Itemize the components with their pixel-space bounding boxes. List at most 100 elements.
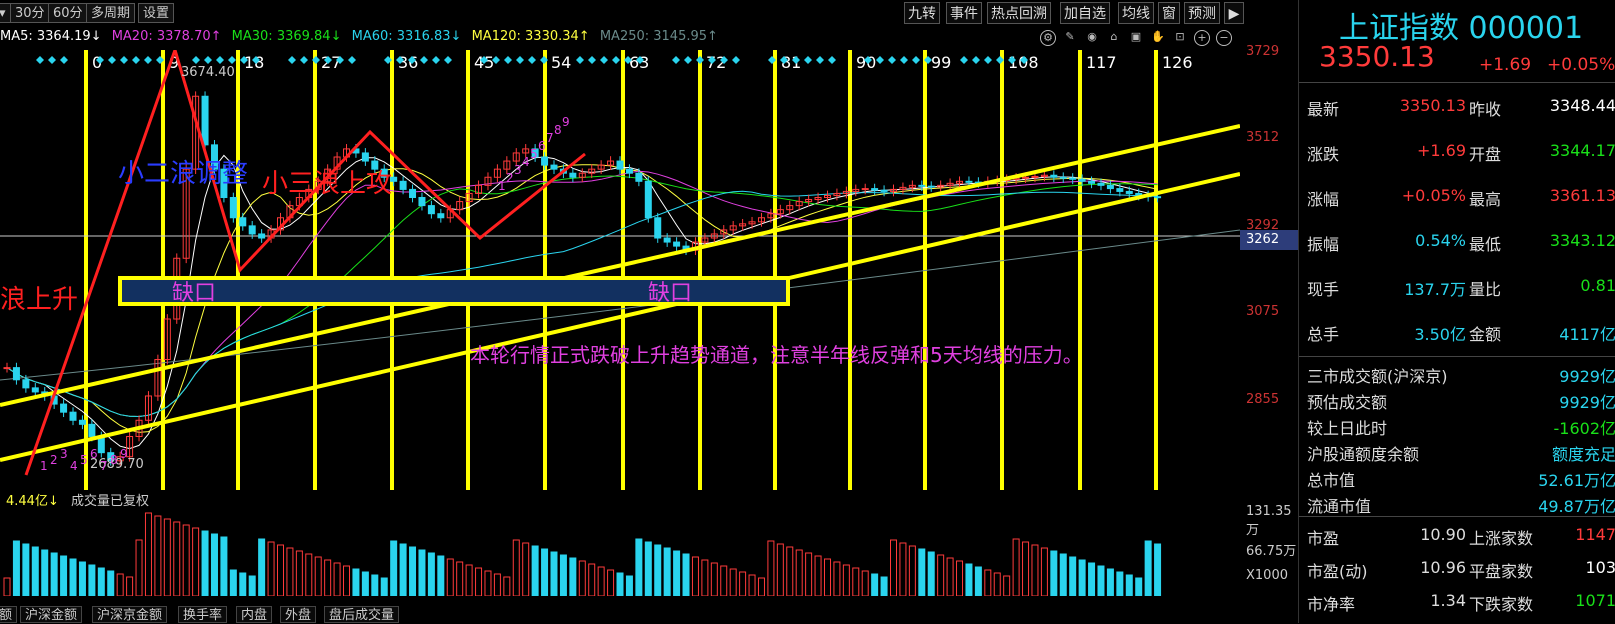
- marker-diamond: [828, 56, 836, 64]
- zoom-in-icon[interactable]: +: [1194, 30, 1210, 46]
- period-30min-button[interactable]: 30分: [10, 3, 50, 23]
- nine-turn-mark: 5: [80, 453, 88, 467]
- candle-body: [655, 218, 661, 238]
- volume-bar: [70, 559, 76, 596]
- forecast-button[interactable]: 预测: [1184, 2, 1220, 24]
- settings-button[interactable]: 设置: [138, 3, 174, 23]
- divider: [1299, 82, 1615, 83]
- nine-turn-mark: 1: [40, 459, 48, 473]
- val-value: 10.96: [1420, 558, 1466, 577]
- candle-body: [419, 198, 425, 206]
- quote-label: 振幅: [1307, 231, 1339, 255]
- tab-after-hours[interactable]: 盘后成交量: [324, 606, 399, 623]
- candle-body: [438, 214, 444, 218]
- volume-bar: [127, 577, 133, 596]
- marker-diamond: [108, 56, 116, 64]
- volume-bar: [721, 566, 727, 596]
- volume-bar: [824, 559, 830, 596]
- marker-diamond: [204, 56, 212, 64]
- nine-turn-mark: 9: [562, 115, 570, 129]
- candle-body: [1051, 175, 1057, 177]
- crop-icon[interactable]: ⊡: [1172, 30, 1188, 46]
- stat-row: 总市值52.61万亿: [1299, 464, 1615, 490]
- volume-bar: [1023, 542, 1029, 596]
- cycle-line: [1078, 50, 1082, 490]
- stat-row: 流通市值49.87万亿: [1299, 490, 1615, 516]
- candle-body: [400, 181, 406, 189]
- volume-chart[interactable]: [0, 508, 1240, 596]
- cycle-line: [1000, 50, 1004, 490]
- candle-body: [1107, 185, 1113, 188]
- cycle-line: [698, 50, 702, 490]
- eye-icon[interactable]: ◉: [1084, 30, 1100, 46]
- volume-bar: [296, 551, 302, 596]
- price-axis: 3729 3512 3292 3262 3075 2855 131.35万 66…: [1240, 26, 1298, 596]
- add-watchlist-button[interactable]: 加自选: [1060, 2, 1110, 24]
- wave2-label: 小二浪调整: [118, 159, 248, 189]
- volume-bar: [608, 570, 614, 596]
- tab-inner[interactable]: 内盘: [236, 606, 272, 623]
- volume-bar: [985, 570, 991, 596]
- nine-turn-button[interactable]: 九转: [904, 2, 940, 24]
- candle-body: [249, 226, 255, 234]
- quote-panel: 上证指数 000001 3350.13 +1.69 +0.05% 最新 3350…: [1298, 0, 1615, 623]
- period-60min-button[interactable]: 60分: [48, 3, 88, 23]
- volume-bar: [145, 513, 151, 596]
- nine-turn-mark: 8: [554, 123, 562, 137]
- volume-bar: [353, 569, 359, 596]
- shop-icon[interactable]: ⌂: [1106, 30, 1122, 46]
- tab-outer[interactable]: 外盘: [280, 606, 316, 623]
- kline-chart[interactable]: 0918273645546372819099108117126 浪上升小二浪调整…: [0, 50, 1240, 490]
- multi-period-button[interactable]: 多周期: [86, 3, 135, 23]
- cycle-label: 90: [856, 53, 876, 72]
- lock-icon[interactable]: ▣: [1128, 30, 1144, 46]
- volume-bar: [183, 525, 189, 596]
- volume-bar: [211, 534, 217, 596]
- cycle-label: 27: [321, 53, 341, 72]
- stat-value: -1602亿: [1554, 415, 1615, 439]
- nine-turn-mark: 1: [498, 179, 506, 193]
- cycle-line: [313, 50, 317, 490]
- marker-diamond: [600, 56, 608, 64]
- volume-bar: [843, 565, 849, 596]
- stat-value: 52.61万亿: [1538, 467, 1615, 491]
- volume-value: 4.44亿↓: [6, 494, 59, 509]
- hand-icon[interactable]: ✋: [1150, 30, 1166, 46]
- gear-icon[interactable]: ⚙: [1040, 30, 1056, 46]
- pen-icon[interactable]: ✎: [1062, 30, 1078, 46]
- volume-bar: [523, 543, 529, 596]
- tab-turnover[interactable]: 换手率: [178, 606, 227, 623]
- candle-body: [79, 420, 85, 424]
- tab-hsj-amount[interactable]: 沪深京金额: [92, 606, 167, 623]
- ma20-value: MA20: 3378.70↑: [112, 29, 222, 44]
- events-button[interactable]: 事件: [946, 2, 982, 24]
- marker-diamond: [504, 56, 512, 64]
- marker-diamond: [816, 56, 824, 64]
- val-value: 1071: [1575, 591, 1615, 610]
- period-prev-button[interactable]: ▾: [0, 3, 11, 23]
- ma250-value: MA250: 3145.95↑: [600, 29, 718, 44]
- marker-diamond: [672, 56, 680, 64]
- window-button[interactable]: 窗: [1158, 2, 1180, 24]
- volume-bar: [277, 545, 283, 596]
- ma30-value: MA30: 3369.84↓: [232, 29, 342, 44]
- indicator-tabs: 额 沪深金额 沪深京金额 换手率 内盘 外盘 盘后成交量: [0, 606, 1300, 623]
- tab-amount[interactable]: 额: [0, 606, 17, 623]
- candle-body: [428, 206, 434, 214]
- volume-bar: [777, 544, 783, 596]
- tab-hs-amount[interactable]: 沪深金额: [20, 606, 82, 623]
- collapse-panel-icon[interactable]: ▶: [1224, 2, 1244, 24]
- ma-lines-button[interactable]: 均线: [1118, 2, 1154, 24]
- marker-diamond: [888, 56, 896, 64]
- volume-bar: [1079, 560, 1085, 596]
- volume-bar: [947, 558, 953, 596]
- zoom-out-icon[interactable]: −: [1216, 30, 1232, 46]
- marker-diamond: [612, 56, 620, 64]
- volume-bar: [891, 540, 897, 596]
- wave3-label: 小三浪上攻: [262, 169, 392, 199]
- cycle-label: 18: [244, 53, 264, 72]
- volume-bar: [504, 577, 510, 596]
- candle-body: [259, 234, 265, 238]
- hot-review-button[interactable]: 热点回溯: [987, 2, 1051, 24]
- marker-diamond: [588, 56, 596, 64]
